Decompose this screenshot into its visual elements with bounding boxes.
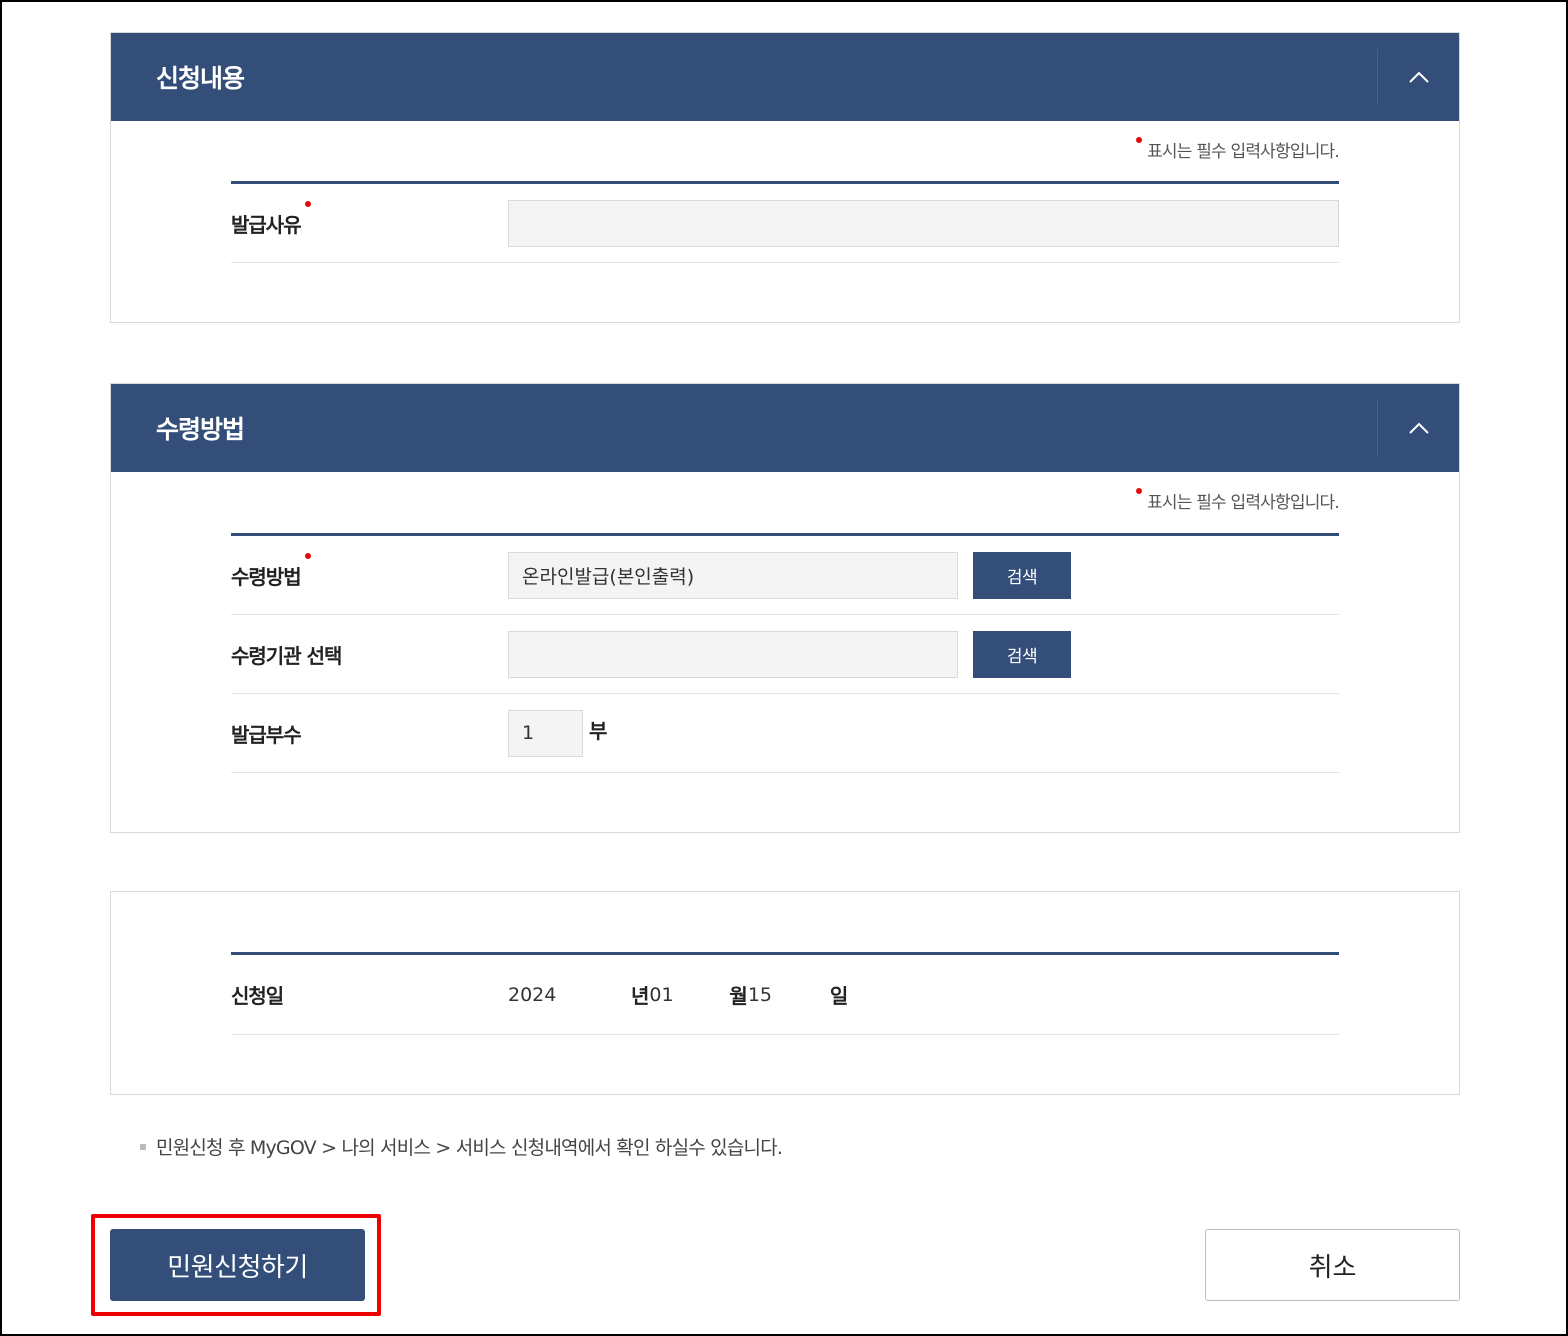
required-note: 표시는 필수 입력사항입니다. [1136, 488, 1340, 513]
year-unit: 년 [631, 984, 650, 1008]
required-dot-icon [304, 200, 311, 207]
month-unit: 월 [729, 984, 748, 1008]
application-form-table: 발급사유 [231, 181, 1339, 263]
application-content-section: 신청내용 표시는 필수 입력사항입니다. 발급사유 [110, 32, 1460, 323]
receipt-method-input[interactable]: 온라인발급(본인출력) [508, 551, 958, 599]
required-dot-icon [1136, 488, 1143, 494]
section-title: 수령방법 [156, 415, 245, 444]
chevron-up-icon [1408, 422, 1429, 434]
day-value: 15 [747, 983, 772, 1006]
application-content-header: 신청내용 [111, 33, 1459, 121]
field-label: 수령기관 선택 [231, 643, 342, 668]
agency-search-button[interactable]: 검색 [973, 630, 1071, 678]
application-date-section: 신청일 2024 년 01 월 15 일 [110, 891, 1460, 1095]
bullet-icon [140, 1143, 146, 1150]
method-search-button[interactable]: 검색 [973, 551, 1071, 599]
required-note: 표시는 필수 입력사항입니다. [1136, 137, 1340, 162]
submit-application-button[interactable]: 민원신청하기 [110, 1229, 365, 1301]
year-value: 2024 [508, 983, 557, 1006]
cancel-button[interactable]: 취소 [1205, 1229, 1460, 1301]
chevron-up-icon [1408, 71, 1429, 83]
form-row-method: 수령방법 온라인발급(본인출력) 검색 [231, 536, 1339, 615]
collapse-toggle-button[interactable] [1377, 400, 1459, 456]
form-row-copies: 발급부수 1 부 [231, 694, 1339, 773]
application-date: 2024 년 01 월 15 일 [508, 980, 848, 1009]
receipt-method-header: 수령방법 [111, 384, 1459, 472]
required-dot-icon [304, 552, 311, 559]
form-row-agency: 수령기관 선택 검색 [231, 615, 1339, 694]
receipt-form-table: 수령방법 온라인발급(본인출력) 검색 수령기관 선택 검색 발급부수 1 부 [231, 533, 1339, 773]
notice-text: 민원신청 후 MyGOV > 나의 서비스 > 서비스 신청내역에서 확인 하실… [140, 1133, 783, 1160]
section-title: 신청내용 [156, 64, 245, 93]
reason-input[interactable] [508, 199, 1339, 247]
field-label: 신청일 [231, 984, 284, 1008]
month-value: 01 [649, 983, 674, 1006]
form-row-date: 신청일 2024 년 01 월 15 일 [231, 955, 1339, 1035]
receipt-method-section: 수령방법 표시는 필수 입력사항입니다. 수령방법 온라인발급(본인출력) 검색… [110, 383, 1460, 833]
field-label: 발급사유 [231, 200, 508, 238]
field-label: 발급부수 [231, 722, 302, 747]
copies-input[interactable]: 1 [508, 709, 583, 757]
field-label: 수령방법 [231, 552, 508, 590]
form-row-reason: 발급사유 [231, 184, 1339, 263]
receipt-agency-input[interactable] [508, 630, 958, 678]
collapse-toggle-button[interactable] [1377, 49, 1459, 105]
day-unit: 일 [829, 984, 849, 1008]
copies-unit: 부 [589, 718, 608, 743]
date-form-table: 신청일 2024 년 01 월 15 일 [231, 952, 1339, 1035]
required-dot-icon [1136, 137, 1143, 143]
